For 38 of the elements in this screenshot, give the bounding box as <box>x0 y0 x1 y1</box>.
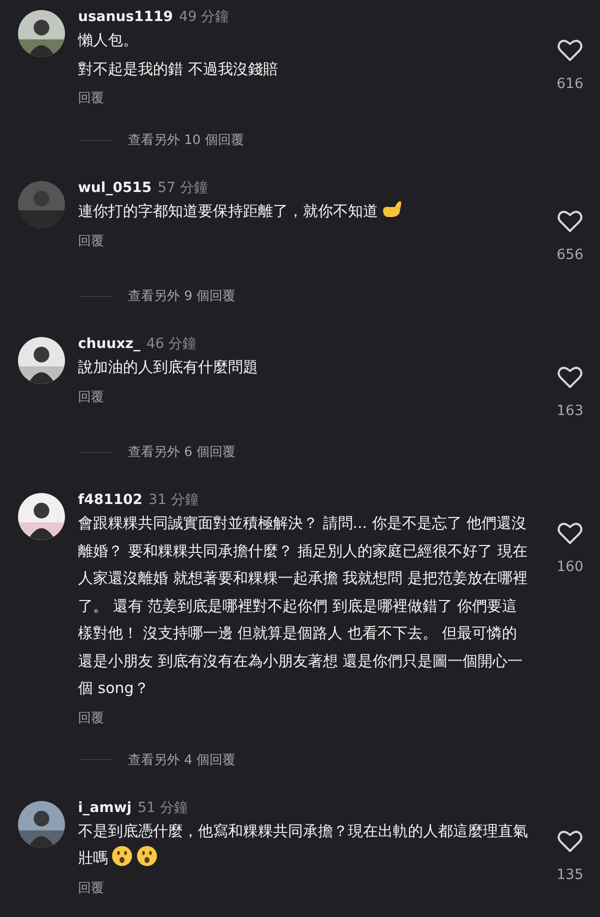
username[interactable]: usanus1119 <box>78 9 173 25</box>
comment-time: 51 分鐘 <box>138 798 188 816</box>
like-count: 163 <box>556 403 584 419</box>
reply-link[interactable]: 回覆 <box>78 878 104 896</box>
surprised-face-icon <box>111 845 133 867</box>
view-replies-link[interactable]: 查看另外 9 個回覆 <box>128 287 236 305</box>
username[interactable]: chuuxz_ <box>78 336 140 352</box>
reply-link[interactable]: 回覆 <box>78 388 104 406</box>
comment-text: 對不起是我的錯 不過我沒錢賠 <box>78 58 279 80</box>
view-replies-link[interactable]: 查看另外 4 個回覆 <box>128 750 236 768</box>
heart-icon[interactable] <box>557 38 583 62</box>
comment-text: 連你打的字都知道要保持距離了，就你不知道 <box>78 198 530 226</box>
surprised-face-icon <box>136 845 158 867</box>
comment-text: 會跟粿粿共同誠實面對並積極解決？ 請問... 你是不是忘了 他們還沒離婚？ 要和粿粿共同承擔什麼？ 插足別人的家庭已經很不好了 現在人家還沒離婚 就想著要和粿粿一起承擔 我就想問 是把范姜放在哪裡了。 還有 范姜到底是哪裡對不起你們 到底是哪裡做錯了 你們要這樣對他！ 沒支持哪一邊 但就算是個路人 也看不下去。 但最可憐的還是小朋友 到底有沒有在為小朋友著想 還是你們只是圖一個開心一個 song？ <box>78 513 528 699</box>
comment-time: 46 分鐘 <box>146 335 197 353</box>
heart-icon[interactable] <box>557 365 583 389</box>
username[interactable]: f481102 <box>78 492 143 508</box>
reply-link[interactable]: 回覆 <box>78 89 104 107</box>
like-count: 616 <box>556 76 584 92</box>
comment-text: 不是到底憑什麼，他寫和粿粿共同承擔？現在出軌的人都這麼理直氣壯嗎 <box>78 820 529 869</box>
reply-link[interactable]: 回覆 <box>78 232 104 250</box>
hand-icon <box>381 198 403 220</box>
view-replies-link[interactable]: 查看另外 6 個回覆 <box>128 443 236 461</box>
comment-text: 懶人包。 <box>78 30 139 51</box>
heart-icon[interactable] <box>557 209 583 233</box>
comment-text: 說加油的人到底有什麼問題 <box>78 357 259 378</box>
like-count: 135 <box>556 866 584 882</box>
heart-icon[interactable] <box>557 521 583 545</box>
view-replies-link[interactable]: 查看另外 10 個回覆 <box>128 131 244 149</box>
like-count: 160 <box>556 559 584 575</box>
username[interactable]: i_amwj <box>78 800 132 816</box>
reply-link[interactable]: 回覆 <box>78 708 104 726</box>
username[interactable]: wul_0515 <box>78 180 152 196</box>
heart-icon[interactable] <box>557 828 583 852</box>
comment-time: 49 分鐘 <box>178 8 230 26</box>
comment-time: 31 分鐘 <box>148 491 199 509</box>
like-count: 656 <box>556 247 584 263</box>
comment-time: 57 分鐘 <box>158 179 208 197</box>
